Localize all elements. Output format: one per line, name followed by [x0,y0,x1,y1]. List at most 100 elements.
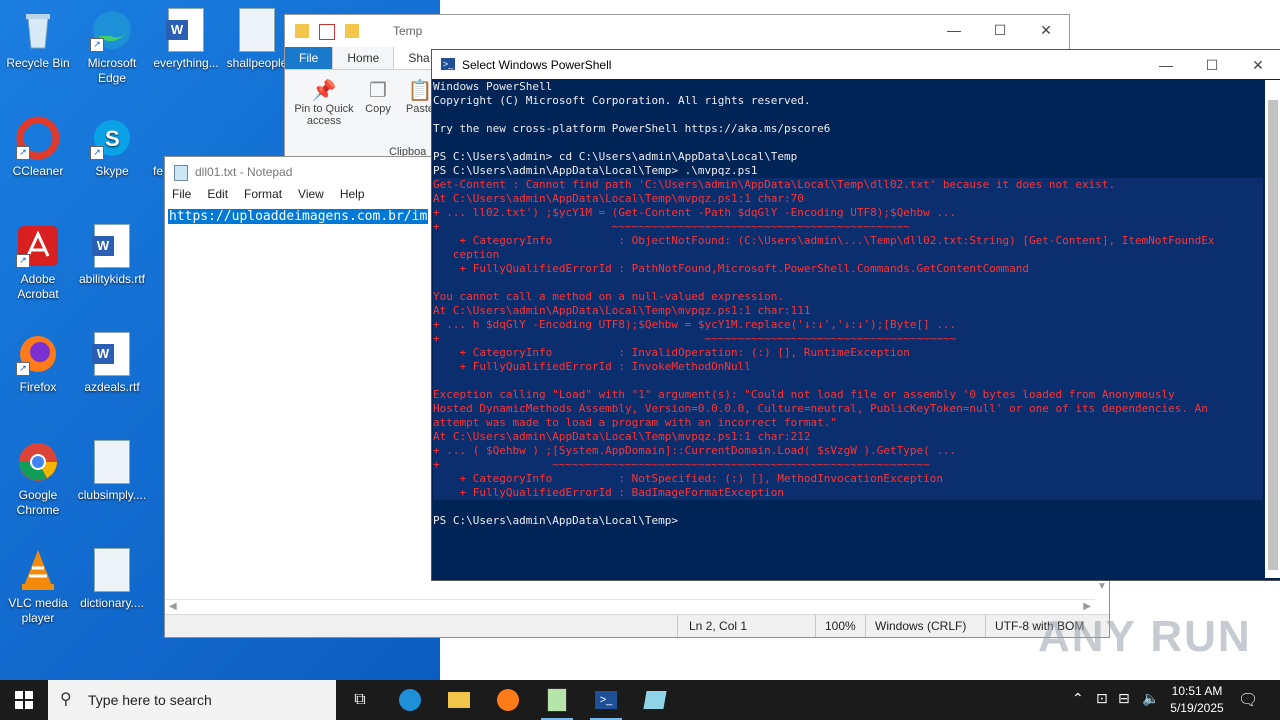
menu-file[interactable]: File [172,187,191,207]
menu-help[interactable]: Help [340,187,365,207]
desktop-icon-vlc[interactable]: VLC media player [0,548,76,626]
console-line: Windows PowerShell [433,80,553,93]
console-line: Try the new cross-platform PowerShell ht… [433,122,831,135]
search-placeholder: Type here to search [88,692,212,708]
desktop-icon-firefox[interactable]: ↗ Firefox [0,332,76,395]
properties-icon[interactable] [319,24,335,40]
image-file-icon [90,548,134,592]
status-divider [815,615,816,637]
image-file-icon [148,116,168,160]
word-doc-icon: W [90,332,134,376]
minimize-button[interactable]: — [1143,50,1189,80]
notifications-icon[interactable]: 🗨 [1238,690,1258,710]
taskbar-file-explorer[interactable] [435,680,483,720]
taskbar-app[interactable] [631,680,679,720]
powershell-titlebar[interactable]: >_ Select Windows PowerShell — ☐ ✕ [432,50,1280,79]
close-button[interactable]: ✕ [1235,50,1280,80]
edge-icon [399,689,421,711]
desktop-icon-label: Recycle Bin [6,56,70,70]
start-button[interactable] [0,680,48,720]
clock-time: 10:51 AM [1171,684,1223,698]
show-hidden-icons-icon[interactable]: ⌃ [1072,690,1084,707]
console-error-line: + CategoryInfo : InvalidOperation: (:) [… [433,346,1263,360]
taskbar: ⚲ Type here to search ⧉ >_ ⌃ ⊡ ⊟ 🔈 10:51… [0,680,1280,720]
windows-logo-icon [15,691,33,709]
powershell-window[interactable]: >_ Select Windows PowerShell — ☐ ✕ Windo… [431,49,1280,581]
vlc-icon [16,548,60,592]
desktop-icon-label: azdeals.rtf [84,380,140,394]
desktop-icon-azdeals[interactable]: W azdeals.rtf [74,332,150,395]
desktop-icon-label: CCleaner [12,164,64,178]
copy-icon: ❐ [369,80,387,102]
desktop-icon-adobe-acrobat[interactable]: ↗ Adobe Acrobat [0,224,76,302]
tab-home[interactable]: Home [332,46,395,69]
close-button[interactable]: ✕ [1023,15,1069,45]
minimize-button[interactable]: — [931,15,977,45]
shortcut-arrow-icon: ↗ [16,146,30,160]
console-scrollbar[interactable] [1265,80,1280,578]
status-divider [677,615,678,637]
console-error-line: + ~~~~~~~~~~~~~~~~~~~~~~~~~~~~~~~~~~~~~~… [433,458,1263,472]
maximize-button[interactable]: ☐ [977,15,1023,45]
console-error-line: + CategoryInfo : NotSpecified: (:) [], M… [433,472,1263,486]
notepad-text-area[interactable]: https://uploaddeimagens.com.br/im [168,209,429,224]
tab-file[interactable]: File [285,47,333,69]
scroll-down-icon[interactable]: ▼ [1097,581,1107,592]
network-icon[interactable]: ⊟ [1118,690,1130,707]
taskbar-search-box[interactable]: ⚲ Type here to search [48,680,336,720]
desktop-icon-everything[interactable]: W everything... [148,8,224,71]
explorer-title: Temp [393,24,423,38]
edge-icon: ↗ [90,8,134,52]
folder-icon[interactable] [295,24,309,38]
desktop-icon-dictionary[interactable]: dictionary.... [74,548,150,611]
pin-quick-access-button[interactable]: 📌 Pin to Quick access [291,78,357,127]
desktop-icon-label: dictionary.... [80,596,144,610]
console-error-line: Exception calling "Load" with "1" argume… [433,388,1263,402]
taskbar-clock[interactable]: 10:51 AM 5/19/2025 [1162,683,1232,717]
powershell-icon: >_ [441,58,455,70]
desktop-icon-abilitykids[interactable]: W abilitykids.rtf [74,224,150,287]
console-error-line: You cannot call a method on a null-value… [433,290,1263,304]
clock-date: 5/19/2025 [1170,701,1224,715]
notepad-icon [547,688,567,712]
console-error-line [433,276,1263,290]
skype-icon: S ↗ [90,116,134,160]
scroll-left-icon[interactable]: ◀ [169,601,177,612]
console-error-line: At C:\Users\admin\AppData\Local\Temp\mvp… [433,192,1263,206]
anyrun-watermark: ANY RUN [1038,612,1252,661]
desktop-icon-ccleaner[interactable]: ↗ CCleaner [0,116,76,179]
menu-edit[interactable]: Edit [207,187,228,207]
volume-icon[interactable]: 🔈 [1142,690,1159,707]
task-view-button[interactable]: ⧉ [336,680,384,720]
desktop-icon-recycle-bin[interactable]: Recycle Bin [0,8,76,71]
desktop-icon-clubsimply[interactable]: clubsimply.... [74,440,150,503]
shortcut-arrow-icon: ↗ [16,254,30,268]
menu-view[interactable]: View [298,187,324,207]
new-folder-icon[interactable] [345,24,359,38]
tray-app-icon[interactable]: ⊡ [1096,690,1108,707]
powershell-console-output[interactable]: Windows PowerShell Copyright (C) Microsof… [433,80,1263,578]
explorer-titlebar[interactable]: Temp — ☐ ✕ [285,15,1069,47]
menu-format[interactable]: Format [244,187,282,207]
taskbar-powershell[interactable]: >_ [582,680,630,720]
console-error-line: Hosted DynamicMethods Assembly, Version=… [433,402,1263,416]
desktop-icon-label: abilitykids.rtf [78,272,146,286]
copy-button[interactable]: ❐ Copy [363,78,393,115]
task-view-icon: ⧉ [354,691,366,708]
taskbar-notepad[interactable] [533,680,581,720]
desktop-icon-skype[interactable]: S ↗ Skype [74,116,150,179]
console-error-line: Get-Content : Cannot find path 'C:\Users… [433,178,1263,192]
scroll-right-icon[interactable]: ▶ [1083,601,1091,612]
vertical-scrollbar[interactable]: ▼ [1095,577,1109,615]
desktop-icon-shallpeople[interactable]: shallpeople [222,8,292,71]
scrollbar-thumb[interactable] [1268,100,1278,570]
maximize-button[interactable]: ☐ [1189,50,1235,80]
taskbar-edge[interactable] [386,680,434,720]
desktop-icon-chrome[interactable]: Google Chrome [0,440,76,518]
desktop-icon-edge[interactable]: ↗ Microsoft Edge [74,8,150,86]
acrobat-icon: ↗ [16,224,60,268]
firefox-icon: ↗ [16,332,60,376]
recycle-bin-icon [16,8,60,52]
taskbar-firefox[interactable] [484,680,532,720]
